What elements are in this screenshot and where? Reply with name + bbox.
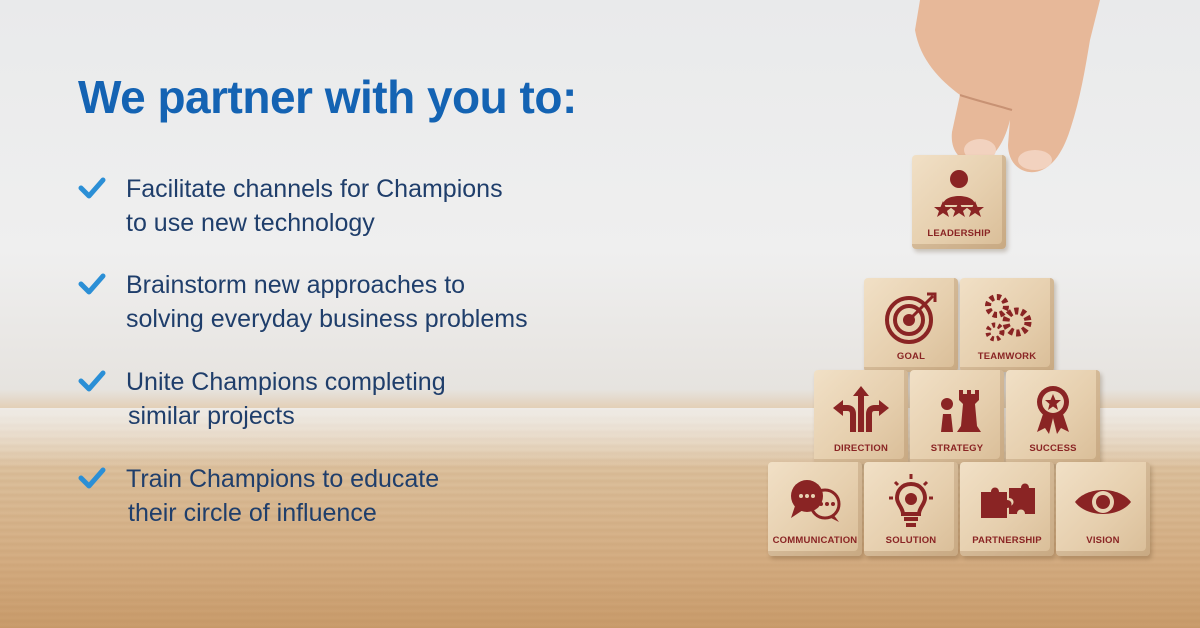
headline: We partner with you to: — [78, 71, 577, 123]
list-item-line2: to use new technology — [126, 209, 375, 237]
block-label: COMMUNICATION — [772, 535, 858, 546]
award-icon — [1037, 386, 1069, 434]
success-block: SUCCESS — [1006, 370, 1100, 464]
checkmark-icon — [78, 467, 106, 489]
chess-icon — [941, 390, 981, 432]
list-item-line1: Unite Champions completing — [126, 368, 446, 396]
block-label: PARTNERSHIP — [972, 535, 1042, 546]
goal-block: GOAL — [864, 278, 958, 372]
checkmark-icon — [78, 273, 106, 295]
solution-block: SOLUTION — [864, 462, 958, 556]
gears-icon — [985, 294, 1032, 342]
puzzle-icon — [981, 483, 1035, 518]
checkmark-icon — [78, 177, 106, 199]
checkmark-icon — [78, 370, 106, 392]
leadership-block: LEADERSHIP — [912, 155, 1006, 249]
eye-icon — [1075, 490, 1131, 514]
list-item-line1: Train Champions to educate — [126, 465, 440, 493]
leader-icon — [934, 170, 984, 217]
block-label: SOLUTION — [885, 535, 937, 546]
list-item-line1: Brainstorm new approaches to — [126, 271, 466, 299]
list-item-line2: their circle of influence — [128, 499, 377, 527]
teamwork-block: TEAMWORK — [960, 278, 1054, 372]
block-pyramid: LEADERSHIP GOAL TEAMWORK DIRECTION STRAT… — [740, 0, 1200, 628]
strategy-block: STRATEGY — [910, 370, 1004, 464]
partnership-block: PARTNERSHIP — [960, 462, 1054, 556]
list-item-line1: Facilitate channels for Champions — [126, 175, 503, 203]
list-item-line2: solving everyday business problems — [126, 305, 528, 333]
list-item-line2: similar projects — [128, 402, 295, 430]
block-label: STRATEGY — [930, 443, 984, 454]
chat-bubbles-icon — [791, 480, 841, 522]
block-label: DIRECTION — [833, 443, 889, 454]
arrows-icon — [833, 386, 889, 432]
block-label: VISION — [1086, 535, 1120, 546]
block-label: SUCCESS — [1029, 443, 1077, 454]
communication-block: COMMUNICATION — [768, 462, 862, 556]
block-label: GOAL — [896, 351, 926, 362]
direction-block: DIRECTION — [814, 370, 908, 464]
block-label: TEAMWORK — [977, 351, 1037, 362]
vision-block: VISION — [1056, 462, 1150, 556]
lightbulb-gear-icon — [889, 474, 933, 527]
target-icon — [885, 292, 937, 344]
block-label: LEADERSHIP — [927, 228, 991, 239]
